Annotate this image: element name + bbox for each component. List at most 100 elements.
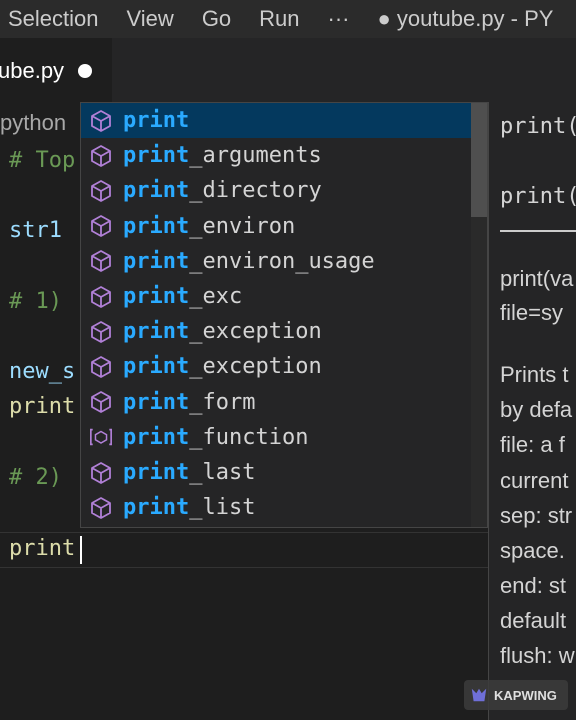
tab-bar: ube.py xyxy=(0,38,576,104)
details-text: Prints t xyxy=(500,362,569,387)
suggest-match-highlight: print xyxy=(123,284,190,309)
suggest-item-suffix: _exception xyxy=(189,354,322,380)
cube-icon xyxy=(89,496,113,520)
details-divider xyxy=(500,230,576,232)
suggest-match-highlight: print xyxy=(123,213,190,239)
details-signature: print( xyxy=(500,184,576,209)
suggest-match-highlight: print xyxy=(123,495,190,521)
suggest-item[interactable]: print_environ xyxy=(81,209,471,244)
code-line: new_s xyxy=(9,359,76,384)
suggest-item[interactable]: print_form xyxy=(81,385,471,420)
suggest-item[interactable]: print_exception xyxy=(81,314,471,349)
details-text: file: a f xyxy=(500,432,565,457)
code-line: print xyxy=(9,394,76,419)
suggest-item-suffix: _last xyxy=(189,460,256,485)
cube-icon xyxy=(89,390,113,414)
suggest-scrollbar-thumb[interactable] xyxy=(471,103,487,217)
suggest-item-label: print_exc xyxy=(123,284,242,309)
code-line: # Top xyxy=(9,148,76,173)
suggest-item-label: print_arguments xyxy=(123,143,322,168)
suggest-item[interactable]: print_list xyxy=(81,490,471,525)
window-title: ● youtube.py - PY xyxy=(377,6,554,31)
suggest-item-label: print_environ xyxy=(123,214,295,239)
suggest-match-highlight: print xyxy=(123,248,190,274)
suggest-item-suffix: _environ xyxy=(189,213,296,239)
suggest-match-highlight: print xyxy=(123,460,190,485)
suggest-item[interactable]: print_directory xyxy=(81,173,471,208)
suggest-item[interactable]: print_arguments xyxy=(81,138,471,173)
suggest-details-panel: print( print( print(va file=sy Prints t … xyxy=(488,102,576,720)
suggest-match-highlight: print xyxy=(123,319,190,345)
suggest-item-suffix: _environ_usage xyxy=(189,248,375,274)
tab-youtube-py[interactable]: ube.py xyxy=(0,38,112,104)
suggest-item-suffix: _exc xyxy=(189,284,243,309)
suggest-item[interactable]: print_function xyxy=(81,420,471,455)
cube-icon xyxy=(89,249,113,273)
suggest-item[interactable]: print_last xyxy=(81,455,471,490)
suggest-widget: print print_arguments print_directory print… xyxy=(80,102,488,528)
suggest-match-highlight: print xyxy=(123,354,190,380)
suggest-item-label: print_exception xyxy=(123,354,322,379)
details-text: print(va xyxy=(500,266,574,291)
details-text: end: st xyxy=(500,573,567,598)
menu-bar: Selection View Go Run ··· ● youtube.py -… xyxy=(0,0,576,38)
suggest-match-highlight: print xyxy=(123,108,190,133)
tab-label: ube.py xyxy=(0,58,65,83)
suggest-item-label: print_function xyxy=(123,425,308,450)
code-line: # 2) xyxy=(9,465,62,490)
details-text: file=sy xyxy=(500,300,563,325)
text-cursor xyxy=(80,536,82,564)
cube-icon xyxy=(89,214,113,238)
suggest-item-label: print_exception xyxy=(123,319,322,344)
details-signature: print( xyxy=(500,114,576,139)
suggest-item-suffix: _exception xyxy=(189,319,322,345)
breadcrumb[interactable]: python xyxy=(0,110,66,136)
suggest-item[interactable]: print_environ_usage xyxy=(81,244,471,279)
watermark-text: KAPWING xyxy=(494,687,557,703)
kapwing-logo-icon xyxy=(471,688,487,702)
menu-selection[interactable]: Selection xyxy=(8,6,99,32)
suggest-item[interactable]: print_exception xyxy=(81,349,471,384)
suggest-item-suffix: _arguments xyxy=(189,143,322,169)
code-line: # 1) xyxy=(9,289,62,314)
suggest-scrollbar[interactable] xyxy=(471,103,487,527)
details-text: current xyxy=(500,468,569,493)
details-text: sep: str xyxy=(500,503,573,528)
suggest-item-suffix: _list xyxy=(189,495,256,521)
suggest-item-suffix: _directory xyxy=(189,178,322,204)
code-line: str1 xyxy=(9,218,62,243)
suggest-match-highlight: print xyxy=(123,143,190,169)
current-code-line: print xyxy=(9,536,76,561)
suggest-item-suffix: _form xyxy=(189,389,256,415)
cube-icon xyxy=(89,144,113,168)
kapwing-watermark: KAPWING xyxy=(464,680,568,710)
dot-icon[interactable] xyxy=(78,64,93,78)
suggest-match-highlight: print xyxy=(123,178,190,204)
suggest-item-label: print_last xyxy=(123,460,255,485)
menu-run[interactable]: Run xyxy=(259,6,299,32)
cube-icon xyxy=(89,285,113,309)
suggest-item-suffix: _function xyxy=(189,424,309,450)
suggest-item[interactable]: print xyxy=(81,103,471,138)
suggest-item-label: print_list xyxy=(123,495,255,520)
suggest-item-label: print_directory xyxy=(123,178,322,203)
menu-go[interactable]: Go xyxy=(202,6,231,32)
cube-icon xyxy=(89,461,113,485)
menu-more[interactable]: ··· xyxy=(328,6,350,32)
suggest-item-label: print_environ_usage xyxy=(123,249,375,274)
details-text: default xyxy=(500,608,567,633)
menu-view[interactable]: View xyxy=(127,6,174,32)
suggest-item-label: print_form xyxy=(123,390,255,415)
method-icon xyxy=(89,425,113,449)
cube-icon xyxy=(89,109,113,133)
cube-icon xyxy=(89,179,113,203)
suggest-item-label: print xyxy=(123,108,189,133)
suggest-match-highlight: print xyxy=(123,389,190,415)
details-text: by defa xyxy=(500,397,573,422)
suggest-item[interactable]: print_exc xyxy=(81,279,471,314)
details-text: space. xyxy=(500,538,565,563)
suggest-match-highlight: print xyxy=(123,424,190,450)
cube-icon xyxy=(89,355,113,379)
cube-icon xyxy=(89,320,113,344)
details-text: flush: w xyxy=(500,643,575,668)
